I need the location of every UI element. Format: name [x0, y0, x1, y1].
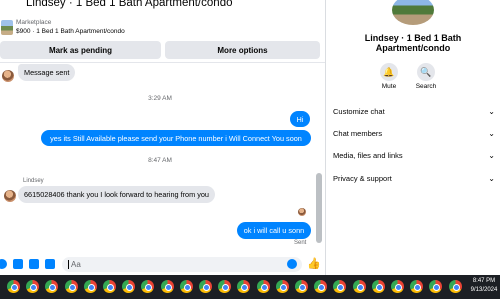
- message-bubble-outgoing: yes its Still Available please send your…: [41, 130, 311, 146]
- chrome-taskbar-icon[interactable]: [83, 280, 97, 293]
- chrome-taskbar-icon[interactable]: [410, 280, 424, 293]
- gif-icon[interactable]: [45, 259, 55, 269]
- chrome-taskbar-icon[interactable]: [160, 280, 174, 293]
- chrome-taskbar-icon[interactable]: [429, 280, 443, 293]
- listing-title: $900 · 1 Bed 1 Bath Apartment/condo: [16, 28, 125, 35]
- conversation-name-line2: Apartment/condo: [375, 43, 451, 53]
- menu-label: Chat members: [333, 128, 383, 138]
- taskbar-clock[interactable]: 8:47 PM 9/13/2024: [468, 277, 500, 295]
- avatar: [4, 190, 16, 202]
- marketplace-listing[interactable]: Marketplace $900 · 1 Bed 1 Bath Apartmen…: [0, 16, 325, 38]
- chrome-taskbar-icon[interactable]: [391, 280, 404, 293]
- message-bubble-incoming: 6615028406 thank you I look forward to h…: [18, 186, 215, 203]
- search-label: Search: [415, 83, 437, 90]
- chrome-taskbar-icon[interactable]: [448, 280, 462, 293]
- conversation-photo[interactable]: [392, 0, 434, 25]
- chrome-taskbar-icon[interactable]: [333, 280, 347, 293]
- menu-privacy-support[interactable]: Privacy & support ⌄: [333, 171, 495, 185]
- sender-name: Lindsey: [23, 178, 44, 184]
- bell-icon[interactable]: 🔔: [380, 63, 398, 81]
- chevron-down-icon: ⌄: [488, 150, 495, 160]
- message-input-placeholder: Aa: [71, 260, 81, 269]
- mark-as-pending-button[interactable]: Mark as pending: [0, 41, 161, 59]
- info-panel: Lindsey · 1 Bed 1 Bath Apartment/condo 🔔…: [326, 0, 500, 275]
- menu-label: Privacy & support: [333, 173, 392, 183]
- header-divider: [0, 62, 325, 63]
- chrome-taskbar-icon[interactable]: [218, 280, 232, 293]
- chrome-taskbar-icon[interactable]: [141, 280, 155, 293]
- chrome-taskbar-icon[interactable]: [179, 280, 193, 293]
- chrome-taskbar-icon[interactable]: [26, 280, 40, 293]
- chat-pane: Lindsey · 1 Bed 1 Bath Apartment/condo M…: [0, 0, 325, 275]
- message-bubble-incoming: Message sent: [18, 64, 76, 81]
- conversation-name-line1: Lindsey · 1 Bed 1 Bath: [364, 33, 462, 43]
- chevron-down-icon: ⌄: [488, 106, 495, 116]
- sticker-icon[interactable]: [29, 259, 39, 269]
- scrollbar-thumb[interactable]: [316, 173, 322, 243]
- message-input[interactable]: Aa: [62, 257, 302, 272]
- chevron-down-icon: ⌄: [488, 128, 495, 138]
- conversation-name: Lindsey · 1 Bed 1 Bath Apartment/condo: [326, 33, 500, 53]
- marketplace-label: Marketplace: [16, 19, 52, 26]
- scrollbar[interactable]: [315, 63, 323, 246]
- more-options-button[interactable]: More options: [165, 41, 320, 59]
- text-caret: [68, 260, 69, 269]
- delivery-status: Sent: [294, 240, 307, 246]
- chrome-taskbar-icon[interactable]: [45, 280, 59, 293]
- timestamp: 8:47 AM: [148, 157, 172, 164]
- search-icon[interactable]: 🔍: [417, 63, 435, 81]
- mute-label: Mute: [381, 83, 397, 90]
- chrome-taskbar-icon[interactable]: [314, 280, 328, 293]
- avatar: [2, 70, 14, 82]
- photo-icon[interactable]: [13, 259, 23, 269]
- taskbar-time: 8:47 PM: [472, 278, 496, 284]
- chevron-down-icon: ⌄: [488, 173, 495, 183]
- message-bubble-outgoing: Hi: [290, 111, 310, 127]
- message-composer: Aa 👍: [0, 253, 325, 275]
- chat-title[interactable]: Lindsey · 1 Bed 1 Bath Apartment/condo: [26, 0, 233, 9]
- chrome-taskbar-icon[interactable]: [7, 280, 20, 293]
- chrome-taskbar-icon[interactable]: [371, 280, 385, 293]
- read-receipt-avatar: [298, 208, 306, 216]
- listing-thumbnail: [1, 20, 13, 35]
- thumbs-up-icon[interactable]: 👍: [307, 257, 321, 270]
- taskbar: [0, 275, 500, 299]
- chrome-taskbar-icon[interactable]: [256, 280, 270, 293]
- menu-chat-members[interactable]: Chat members ⌄: [333, 126, 495, 140]
- timestamp: 3:29 AM: [148, 95, 172, 102]
- chrome-taskbar-icon[interactable]: [237, 280, 251, 293]
- menu-customize-chat[interactable]: Customize chat ⌄: [333, 104, 495, 118]
- chrome-taskbar-icon[interactable]: [352, 280, 366, 293]
- emoji-icon[interactable]: [287, 259, 297, 269]
- chrome-taskbar-icon[interactable]: [103, 280, 116, 293]
- chrome-taskbar-icon[interactable]: [122, 280, 136, 293]
- message-bubble-outgoing: ok i will call u sonn: [237, 222, 311, 239]
- chrome-taskbar-icon[interactable]: [295, 280, 308, 293]
- add-icon[interactable]: [0, 259, 7, 269]
- taskbar-date: 9/13/2024: [470, 287, 498, 293]
- chrome-taskbar-icon[interactable]: [64, 280, 78, 293]
- menu-label: Customize chat: [333, 106, 385, 116]
- menu-label: Media, files and links: [333, 150, 403, 160]
- chrome-taskbar-icon[interactable]: [199, 280, 212, 293]
- chrome-taskbar-icon[interactable]: [275, 280, 289, 293]
- menu-media-files-links[interactable]: Media, files and links ⌄: [333, 148, 495, 162]
